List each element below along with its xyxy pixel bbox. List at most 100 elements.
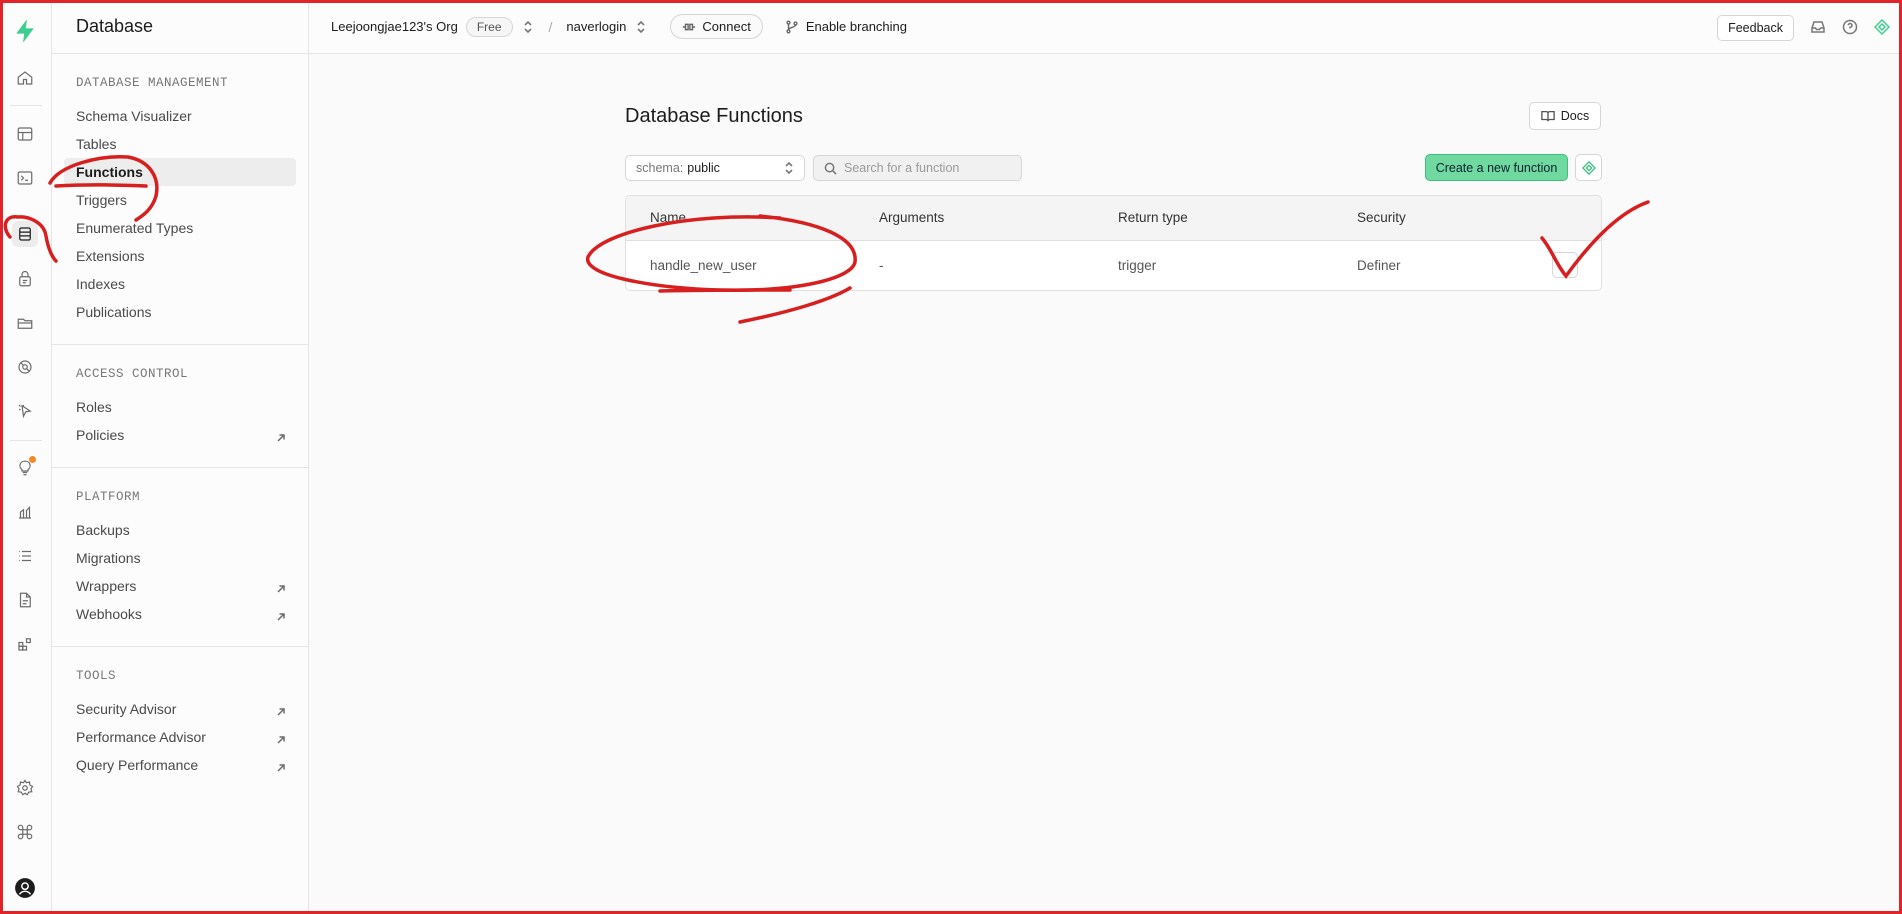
enable-branching-label: Enable branching [805, 19, 908, 34]
sidebar-item-publications[interactable]: Publications [64, 298, 296, 326]
connect-button[interactable]: Connect [670, 14, 763, 39]
feedback-button[interactable]: Feedback [1717, 15, 1794, 41]
sql-editor-icon[interactable] [12, 165, 38, 191]
table-row[interactable]: handle_new_user - trigger Definer [626, 241, 1601, 290]
cell-arguments: - [879, 258, 884, 273]
external-link-icon [276, 704, 286, 716]
sidebar-item-performance-advisor[interactable]: Performance Advisor [64, 723, 296, 751]
auth-icon[interactable] [12, 266, 38, 292]
sidebar-item-label: Security Advisor [76, 701, 177, 717]
search-input[interactable] [844, 161, 1004, 175]
project-switcher-chevron-icon[interactable] [634, 20, 648, 34]
supabase-logo-icon[interactable] [12, 18, 38, 44]
section-title: ACCESS CONTROL [76, 367, 189, 381]
sidebar-item-label: Webhooks [76, 606, 142, 622]
main-content: Database Functions Docs schema: public C… [310, 55, 1902, 914]
sidebar-item-extensions[interactable]: Extensions [64, 242, 296, 270]
org-name[interactable]: Leejoongjae123's Org [331, 19, 458, 34]
sidebar-item-label: Query Performance [76, 757, 199, 773]
api-docs-icon[interactable] [12, 587, 38, 613]
docs-button[interactable]: Docs [1529, 102, 1601, 130]
external-link-icon [276, 760, 286, 772]
sidebar-item-label: Performance Advisor [76, 729, 206, 745]
sidebar-item-functions[interactable]: Functions [64, 158, 296, 186]
sidebar-item-backups[interactable]: Backups [64, 516, 296, 544]
command-icon[interactable] [12, 819, 38, 845]
cell-name: handle_new_user [650, 258, 757, 273]
sidebar-item-tables[interactable]: Tables [64, 130, 296, 158]
column-header-security: Security [1357, 210, 1406, 225]
plug-icon [683, 23, 696, 30]
sidebar-item-query-performance[interactable]: Query Performance [64, 751, 296, 779]
sidebar-item-triggers[interactable]: Triggers [64, 186, 296, 214]
section-database-management: DATABASE MANAGEMENT Schema Visualizer Ta… [52, 54, 308, 345]
chevron-up-down-icon [782, 161, 796, 175]
section-platform: PLATFORM Backups Migrations Wrappers Web… [52, 468, 308, 647]
page-title: Database Functions [625, 105, 803, 127]
table-header: Name Arguments Return type Security [626, 196, 1601, 241]
sidebar-item-migrations[interactable]: Migrations [64, 544, 296, 572]
icon-rail [0, 0, 52, 914]
table-editor-icon[interactable] [12, 121, 38, 147]
sidebar-item-security-advisor[interactable]: Security Advisor [64, 695, 296, 723]
external-link-icon [276, 581, 286, 593]
docs-label: Docs [1560, 109, 1590, 123]
database-sidebar: Database DATABASE MANAGEMENT Schema Visu… [52, 0, 309, 914]
sidebar-item-indexes[interactable]: Indexes [64, 270, 296, 298]
project-name[interactable]: naverlogin [566, 19, 626, 34]
sidebar-item-label: Backups [76, 522, 130, 538]
sidebar-item-webhooks[interactable]: Webhooks [64, 600, 296, 628]
home-icon[interactable] [12, 65, 38, 91]
org-switcher-chevron-icon[interactable] [521, 20, 535, 34]
row-actions-button[interactable] [1552, 252, 1578, 278]
section-title: TOOLS [76, 669, 117, 683]
assistant-icon[interactable] [1873, 18, 1891, 38]
reports-icon[interactable] [12, 499, 38, 525]
breadcrumb-separator: / [548, 18, 553, 35]
sidebar-item-label: Migrations [76, 550, 141, 566]
user-avatar-icon[interactable] [12, 875, 38, 901]
sidebar-title: Database [52, 0, 308, 54]
settings-icon[interactable] [12, 775, 38, 801]
create-function-button[interactable]: Create a new function [1425, 154, 1568, 181]
ai-assistant-button[interactable] [1575, 154, 1602, 181]
plan-badge: Free [465, 16, 513, 37]
sidebar-item-label: Roles [76, 399, 112, 415]
advisors-icon[interactable] [12, 455, 38, 481]
column-header-arguments: Arguments [879, 210, 945, 225]
assistant-icon [1581, 160, 1596, 175]
sidebar-item-roles[interactable]: Roles [64, 393, 296, 421]
external-link-icon [276, 732, 286, 744]
book-icon [1540, 110, 1555, 122]
top-bar: Leejoongjae123's Org Free / naverlogin C… [309, 0, 1902, 54]
search-icon [824, 162, 837, 175]
sidebar-item-wrappers[interactable]: Wrappers [64, 572, 296, 600]
schema-selector[interactable]: schema: public [625, 155, 805, 181]
column-header-name: Name [650, 210, 687, 225]
section-title: DATABASE MANAGEMENT [76, 76, 229, 90]
sidebar-item-schema-visualizer[interactable]: Schema Visualizer [64, 102, 296, 130]
connect-label: Connect [702, 19, 751, 34]
section-tools: TOOLS Security Advisor Performance Advis… [52, 647, 308, 797]
sidebar-item-label: Wrappers [76, 578, 137, 594]
sidebar-item-enumerated-types[interactable]: Enumerated Types [64, 214, 296, 242]
storage-icon[interactable] [12, 310, 38, 336]
integrations-icon[interactable] [12, 631, 38, 657]
database-icon[interactable] [12, 221, 38, 247]
section-access-control: ACCESS CONTROL Roles Policies [52, 345, 308, 468]
sidebar-item-label: Policies [76, 427, 125, 443]
column-header-return-type: Return type [1118, 210, 1188, 225]
logs-icon[interactable] [12, 543, 38, 569]
realtime-icon[interactable] [12, 398, 38, 424]
help-icon[interactable] [1842, 19, 1858, 38]
external-link-icon [276, 609, 286, 621]
edge-functions-icon[interactable] [12, 354, 38, 380]
sidebar-item-policies[interactable]: Policies [64, 421, 296, 449]
cell-security: Definer [1357, 258, 1401, 273]
functions-table: Name Arguments Return type Security hand… [625, 195, 1602, 291]
enable-branching-button[interactable]: Enable branching [785, 19, 907, 34]
function-search[interactable] [813, 155, 1022, 181]
cell-return-type: trigger [1118, 258, 1157, 273]
inbox-icon[interactable] [1810, 19, 1826, 38]
schema-label: schema: [636, 161, 684, 175]
